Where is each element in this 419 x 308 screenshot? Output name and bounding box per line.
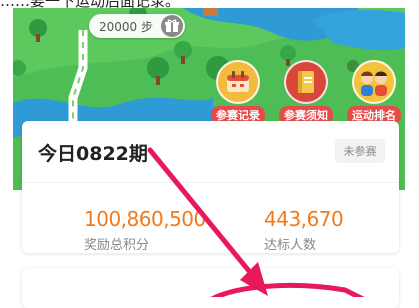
total-points-label: 奖励总积分 — [84, 238, 150, 253]
entry-record-button[interactable]: 参赛记录 — [207, 60, 269, 124]
gift-icon[interactable] — [161, 15, 183, 37]
top-caption-text: ……要一下运动后面记录。 — [0, 0, 419, 8]
calendar-bag-icon — [216, 60, 260, 104]
total-points-value: 100,860,500 — [84, 207, 206, 231]
step-goal-pill: 20000 步 — [89, 14, 185, 38]
step-goal-label: 20000 步 — [99, 19, 153, 34]
sport-ranking-button[interactable]: 运动排名 — [343, 60, 405, 124]
qualified-count-label: 达标人数 — [264, 238, 317, 253]
status-badge: 未参赛 — [335, 139, 385, 163]
entry-rules-button[interactable]: 参赛须知 — [275, 60, 337, 124]
book-icon — [284, 60, 328, 104]
people-icon — [352, 60, 396, 104]
qualified-count-value: 443,670 — [264, 207, 344, 231]
period-card: 今日0822期 未参赛 100,860,500 奖励总积分 443,670 达标… — [22, 121, 399, 253]
secondary-card — [22, 268, 399, 308]
card-divider — [22, 182, 399, 183]
period-title: 今日0822期 — [38, 143, 148, 165]
